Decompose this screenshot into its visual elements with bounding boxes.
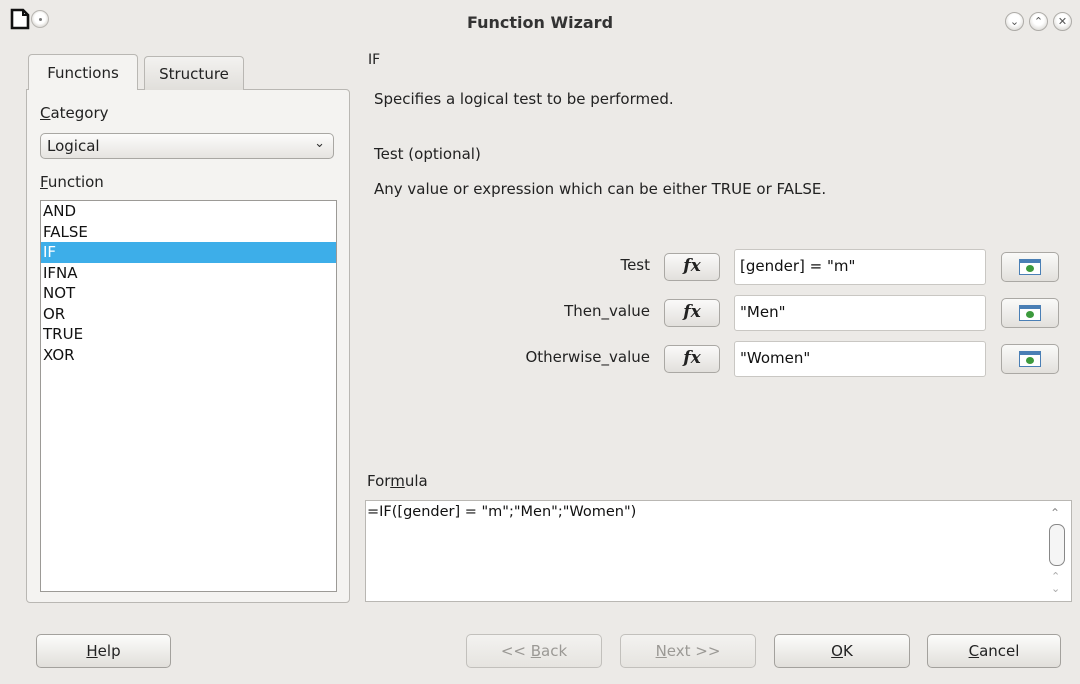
shrink-dialog-icon [1019,305,1041,321]
formula-field[interactable]: =IF([gender] = "m";"Men";"Women") ⌃ ⌃ ⌄ [365,500,1072,602]
list-item[interactable]: NOT [41,283,336,304]
function-name: IF [368,52,381,68]
formula-scrollbar[interactable]: ⌃ ⌃ ⌄ [1046,502,1070,600]
back-label: ack [541,642,568,660]
next-label: ext >> [666,642,721,660]
back-button[interactable]: << Back [466,634,602,668]
category-selected-value: Logical [47,137,100,155]
function-label: Function [40,173,104,191]
shrink-dialog-icon [1019,259,1041,275]
ok-button[interactable]: OK [774,634,910,668]
formula-label-after: ula [404,472,428,490]
tab-functions[interactable]: Functions [28,54,138,90]
category-label-mnemonic: C [40,104,51,122]
fx-icon: fx [683,302,701,322]
help-button[interactable]: Help [36,634,171,668]
tab-functions-label: Functions [47,63,119,82]
list-item[interactable]: AND [41,201,336,222]
test-input[interactable]: [gender] = "m" [734,249,986,285]
tab-structure[interactable]: Structure [144,56,244,90]
scrollbar-thumb[interactable] [1049,524,1065,566]
test-fx-button[interactable]: fx [664,253,720,281]
close-button[interactable]: ✕ [1053,12,1072,31]
maximize-button[interactable]: ⌃ [1029,12,1048,31]
list-item[interactable]: TRUE [41,324,336,345]
help-label: elp [97,642,121,660]
formula-label: Formula [367,472,428,490]
function-description: Specifies a logical test to be performed… [374,90,674,108]
list-item[interactable]: XOR [41,345,336,366]
cancel-mnemonic: C [968,642,980,660]
back-prefix: << [500,642,531,660]
fx-icon: fx [683,348,701,368]
cancel-button[interactable]: Cancel [927,634,1061,668]
chevron-up-icon: ⌃ [1033,15,1044,28]
formula-label-before: For [367,472,391,490]
then-value-input[interactable]: "Men" [734,295,986,331]
then-value-label: Then_value [564,302,650,320]
formula-text: =IF([gender] = "m";"Men";"Women") [367,504,637,520]
window-title: Function Wizard [466,13,614,32]
back-mnemonic: B [530,642,542,660]
category-label-rest: ategory [50,104,109,122]
help-mnemonic: H [86,642,98,660]
shrink-dialog-icon [1019,351,1041,367]
chevron-down-icon: ⌄ [1009,15,1020,28]
title-bar: Function Wizard ⌄ ⌃ ✕ [0,0,1080,44]
scroll-down-icon[interactable]: ⌄ [1051,582,1060,595]
next-button[interactable]: Next >> [620,634,756,668]
formula-label-mnemonic: m [390,472,405,490]
tab-structure-label: Structure [159,64,229,83]
argument-description: Any value or expression which can be eit… [374,180,827,198]
close-icon: ✕ [1057,15,1068,28]
fx-icon: fx [683,256,701,276]
then-value-fx-button[interactable]: fx [664,299,720,327]
list-item[interactable]: FALSE [41,222,336,243]
category-label: Category [40,104,109,122]
otherwise-value-input[interactable]: "Women" [734,341,986,377]
cancel-label: ancel [979,642,1020,660]
otherwise-value-fx-button[interactable]: fx [664,345,720,373]
argument-title: Test (optional) [374,145,481,163]
category-select[interactable]: Logical ⌄ [40,133,334,159]
ok-label: K [842,642,853,660]
list-item[interactable]: IFNA [41,263,336,284]
minimize-button[interactable]: ⌄ [1005,12,1024,31]
list-item[interactable]: OR [41,304,336,325]
function-label-rest: unction [47,173,104,191]
function-list[interactable]: AND FALSE IF IFNA NOT OR TRUE XOR [40,200,337,592]
scroll-up-icon[interactable]: ⌃ [1050,506,1060,520]
otherwise-value-shrink-button[interactable] [1001,344,1059,374]
next-mnemonic: N [655,642,667,660]
function-label-mnemonic: F [40,173,48,191]
list-item-selected[interactable]: IF [41,242,336,263]
then-value-shrink-button[interactable] [1001,298,1059,328]
chevron-down-icon: ⌄ [314,136,325,151]
otherwise-value-label: Otherwise_value [525,348,650,366]
test-label: Test [620,256,650,274]
ok-mnemonic: O [831,642,843,660]
test-shrink-button[interactable] [1001,252,1059,282]
